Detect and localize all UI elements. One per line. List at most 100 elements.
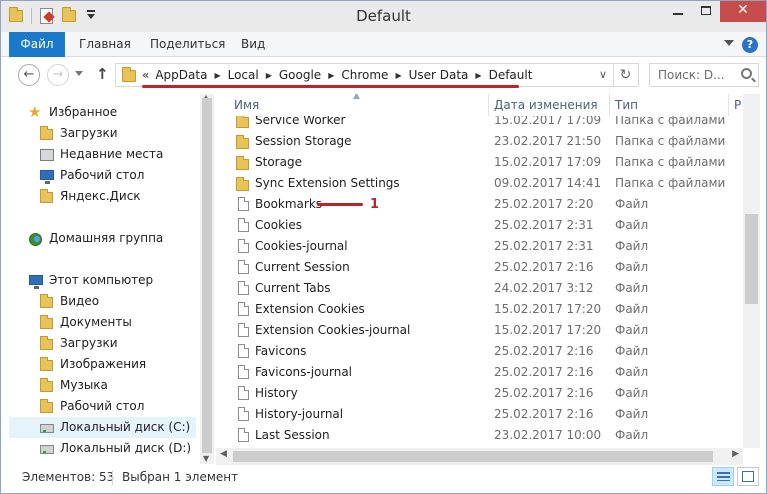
file-icon [235,260,249,275]
tab-file[interactable]: Файл [9,32,65,57]
annotation-underline [317,203,363,206]
maximize-button[interactable] [692,1,720,22]
file-row[interactable]: Favicons 25.02.2017 2:16 Файл [216,341,743,362]
chevron-down-icon[interactable]: ∨ [599,68,607,81]
file-date: 25.02.2017 2:31 [494,239,594,253]
nav-label: Документы [60,315,132,329]
tab-view[interactable]: Вид [241,32,265,57]
scrollbar-thumb[interactable] [202,98,212,453]
downloads-folder-icon [39,336,55,351]
file-date: 15.02.2017 17:20 [494,323,602,337]
search-input[interactable]: Поиск: D... [649,63,759,87]
expand-ribbon-icon[interactable] [724,40,734,46]
breadcrumb-item[interactable]: Chrome [341,68,388,82]
file-row[interactable]: Current Tabs 24.02.2017 3:12 Файл [216,278,743,299]
close-button[interactable]: ✕ [720,1,766,22]
column-header-date[interactable]: Дата изменения [494,98,598,112]
selection-count: Выбран 1 элемент [122,470,239,484]
file-date: 15.02.2017 17:09 [494,155,602,169]
chevron-right-icon[interactable]: ▶ [214,71,220,80]
forward-button[interactable]: → [47,64,69,86]
chevron-right-icon[interactable]: ▶ [395,71,401,80]
breadcrumb-item[interactable]: AppData [155,68,207,82]
file-date: 09.02.2017 14:41 [494,176,602,190]
chevron-right-icon[interactable]: ▶ [475,71,481,80]
back-button[interactable]: ← [18,64,40,86]
scroll-right-icon[interactable]: ▶ [732,449,739,459]
file-row[interactable]: Sync Extension Settings 09.02.2017 14:41 П… [216,173,743,194]
file-row[interactable]: Bookmarks 1 25.02.2017 2:20 Файл [216,194,743,215]
help-icon[interactable]: ? [742,37,758,53]
file-icon [235,365,249,380]
minimize-button[interactable] [664,1,692,22]
large-icons-view-button[interactable] [737,467,759,486]
file-row[interactable]: Favicons-journal 25.02.2017 2:16 Файл [216,362,743,383]
file-row[interactable]: Extension Cookies 15.02.2017 17:20 Файл [216,299,743,320]
file-name: Extension Cookies-journal [255,323,411,337]
nav-label: Загрузки [60,336,118,350]
breadcrumb-item[interactable]: User Data [409,68,469,82]
file-date: 25.02.2017 2:16 [494,260,594,274]
column-header-name[interactable]: Имя [234,98,259,112]
nav-item-drive-c[interactable]: Локальный диск (C:) [9,417,196,438]
file-row[interactable]: History-journal 25.02.2017 2:16 Файл [216,404,743,425]
breadcrumb-item[interactable]: Local [228,68,259,82]
navigation-scrollbar[interactable]: ▲ ▼ [200,93,214,464]
file-date: 25.02.2017 2:16 [494,386,594,400]
file-icon [235,239,249,254]
scroll-left-icon[interactable]: ◀ [220,449,227,459]
file-row[interactable]: Cookies 25.02.2017 2:31 Файл [216,215,743,236]
folder-icon [235,134,249,149]
recent-places-icon [39,147,55,162]
item-count: Элементов: 53 [22,470,115,484]
file-row[interactable]: Cookies-journal 25.02.2017 2:31 Файл [216,236,743,257]
file-name: History-journal [255,407,344,421]
chevron-right-icon[interactable]: ▶ [328,71,334,80]
file-row[interactable]: Session Storage 23.02.2017 21:50 Папка с ф… [216,131,743,152]
scrollbar-thumb[interactable] [745,214,758,304]
column-divider[interactable] [728,94,729,116]
content-horizontal-scrollbar[interactable]: ◀ ▶ [216,448,743,465]
breadcrumb-item[interactable]: Default [489,68,533,82]
file-row[interactable]: History 25.02.2017 2:16 Файл [216,383,743,404]
file-type: Файл [615,344,649,358]
tab-home[interactable]: Главная [79,32,131,57]
nav-label: Недавние места [60,147,164,161]
column-header-size[interactable]: Р [734,98,741,112]
nav-label: Локальный диск (D:) [60,441,192,455]
chevron-right-icon[interactable]: ▶ [266,71,272,80]
scrollbar-thumb[interactable] [233,451,713,462]
refresh-button[interactable]: ↻ [613,63,639,87]
folder-icon [235,176,249,191]
address-bar[interactable]: « AppData ▶ Local ▶ Google ▶ Chrome ▶ Us… [115,63,614,87]
file-type: Папка с файлами [615,176,726,190]
file-row[interactable]: Extension Cookies-journal 15.02.2017 17:2… [216,320,743,341]
ribbon-tabs: Файл Главная Поделиться Вид ? [1,32,766,57]
computer-icon [28,273,44,289]
file-icon [235,218,249,233]
file-icon [235,323,249,338]
file-name: Session Storage [255,134,352,148]
breadcrumb-overflow[interactable]: « [142,68,149,82]
recent-locations-icon[interactable] [75,71,83,76]
file-name: Last Session [255,428,330,442]
column-header-type[interactable]: Тип [615,98,638,112]
content-vertical-scrollbar[interactable] [743,94,760,448]
scroll-down-icon[interactable]: ▼ [203,454,209,463]
details-view-icon [717,472,730,481]
drive-icon [39,420,55,435]
file-type: Файл [615,302,649,316]
nav-label: Рабочий стол [60,399,145,413]
file-date: 25.02.2017 2:31 [494,218,594,232]
breadcrumb-item[interactable]: Google [279,68,321,82]
up-arrow-icon[interactable]: ↑ [96,65,109,83]
file-row[interactable]: Current Session 25.02.2017 2:16 Файл [216,257,743,278]
drive-icon [39,441,55,456]
column-divider[interactable] [488,94,489,116]
column-divider[interactable] [609,94,610,116]
details-view-button[interactable] [712,467,734,486]
file-row[interactable]: Storage 15.02.2017 17:09 Папка с файлами [216,152,743,173]
tab-share[interactable]: Поделиться [150,32,225,57]
breadcrumb: « AppData ▶ Local ▶ Google ▶ Chrome ▶ Us… [142,68,532,82]
file-row[interactable]: Last Session 23.02.2017 10:00 Файл [216,425,743,446]
